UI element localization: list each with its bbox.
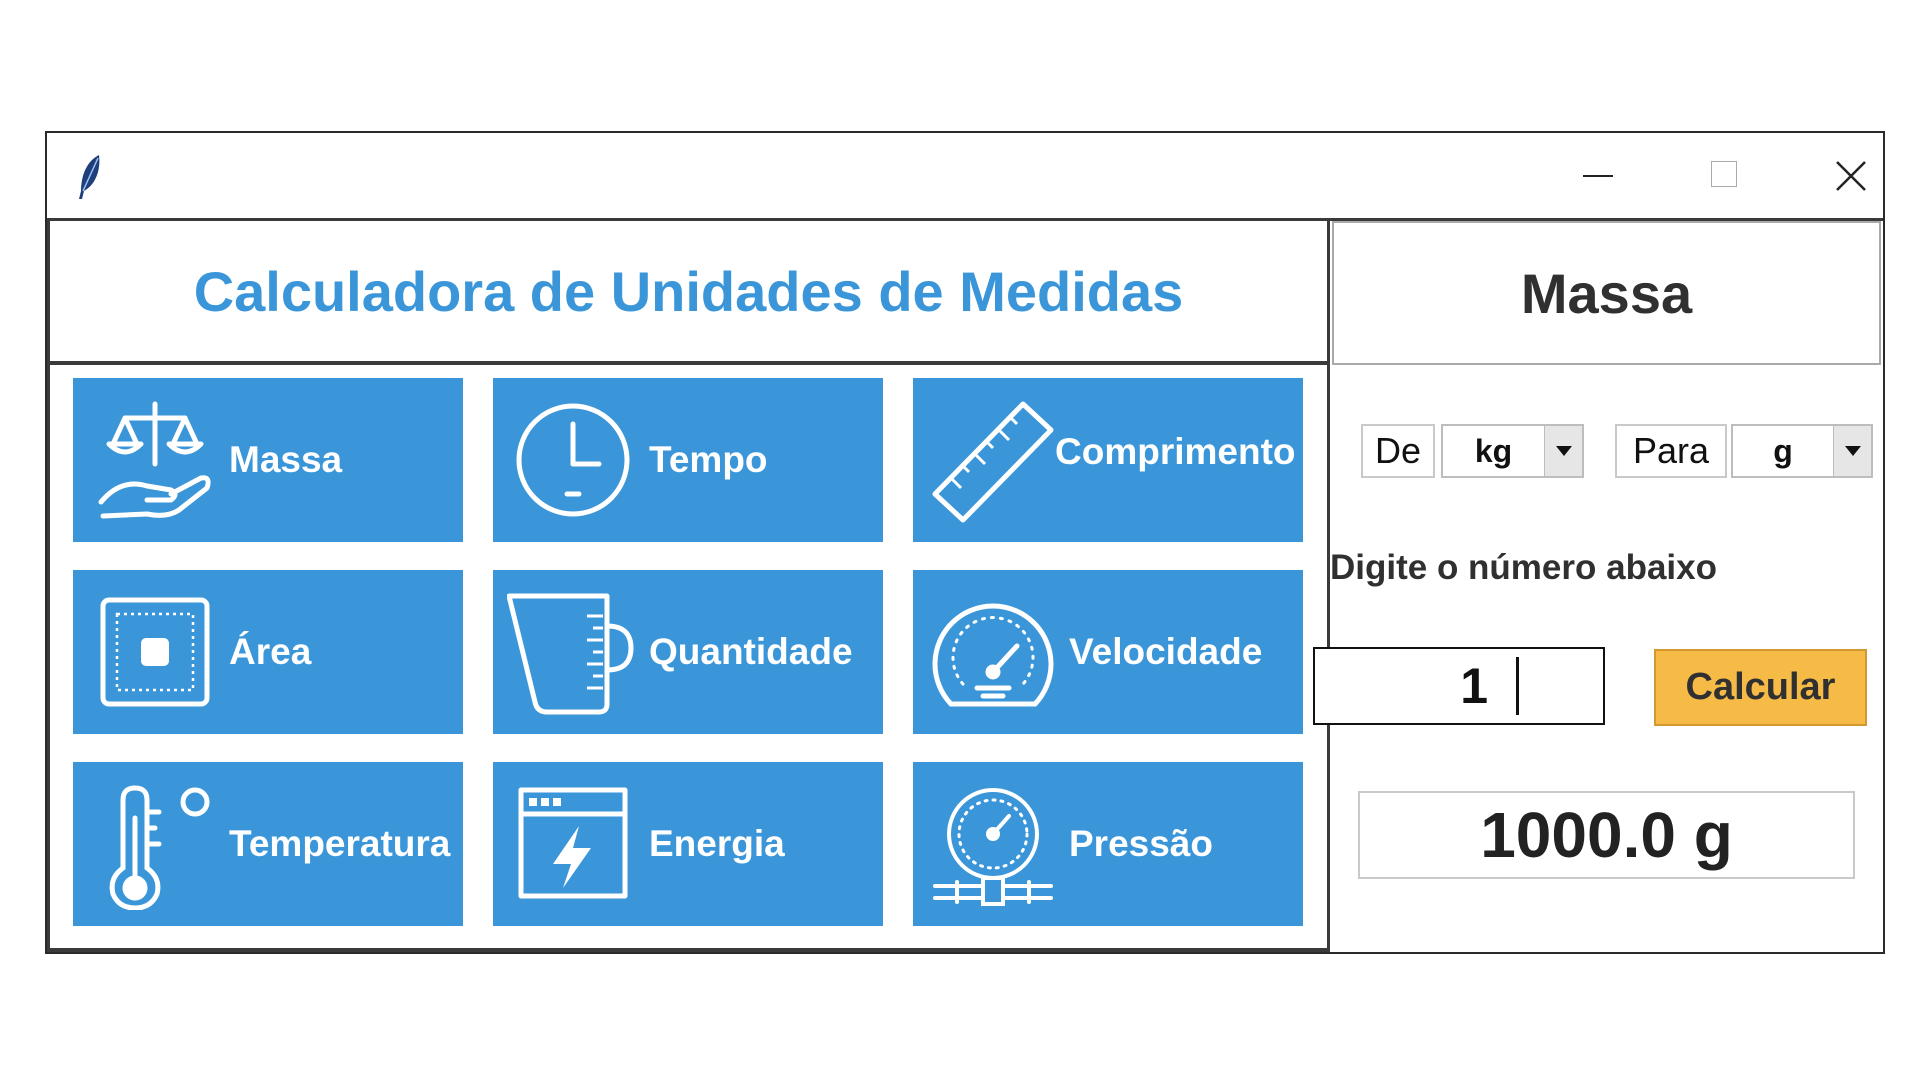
category-label: Pressão: [1069, 823, 1213, 864]
category-label: Comprimento: [1055, 431, 1296, 472]
from-label: De: [1361, 424, 1435, 478]
category-label: Massa: [229, 439, 343, 480]
ruler-icon: [932, 401, 1054, 523]
speedometer-icon: [932, 603, 1054, 707]
title-bar: [47, 133, 1883, 221]
category-label: Tempo: [649, 439, 768, 480]
to-unit-value: g: [1773, 432, 1793, 469]
clock-icon: [516, 403, 630, 517]
category-label: Energia: [649, 823, 785, 864]
thermometer-icon: [109, 785, 210, 910]
category-quantidade-button[interactable]: Quantidade: [493, 570, 883, 734]
category-grid: Massa Tempo Comprimento Área Quantidade …: [50, 365, 1327, 945]
chevron-down-icon[interactable]: [1833, 426, 1871, 476]
category-label: Temperatura: [229, 823, 451, 864]
category-massa-button[interactable]: Massa: [73, 378, 463, 542]
maximize-icon[interactable]: [1664, 133, 1784, 219]
category-velocidade-button[interactable]: Velocidade: [913, 570, 1303, 734]
chevron-down-icon[interactable]: [1544, 426, 1582, 476]
measuring-cup-icon: [507, 593, 634, 715]
app-title: Calculadora de Unidades de Medidas: [50, 221, 1327, 365]
area-square-icon: [100, 597, 210, 707]
category-area-button[interactable]: Área: [73, 570, 463, 734]
category-label: Quantidade: [649, 631, 853, 672]
to-unit-select[interactable]: g: [1731, 424, 1873, 478]
from-unit-value: kg: [1474, 432, 1513, 469]
from-unit-select[interactable]: kg: [1441, 424, 1584, 478]
scale-hand-icon: [98, 401, 211, 519]
minimize-icon[interactable]: [1537, 133, 1657, 219]
converter-title: Massa: [1332, 221, 1881, 365]
feather-icon: [79, 155, 100, 199]
category-label: Área: [229, 631, 312, 672]
category-label: Velocidade: [1069, 631, 1263, 672]
to-label: Para: [1615, 424, 1727, 478]
category-comprimento-button[interactable]: Comprimento: [913, 378, 1303, 542]
category-energia-button[interactable]: Energia: [493, 762, 883, 926]
category-tempo-button[interactable]: Tempo: [493, 378, 883, 542]
categories-panel: Calculadora de Unidades de Medidas Massa: [47, 221, 1330, 952]
category-pressao-button[interactable]: Pressão: [913, 762, 1303, 926]
number-input[interactable]: [1313, 647, 1605, 725]
pressure-gauge-icon: [933, 788, 1053, 906]
result-display: 1000.0 g: [1358, 791, 1855, 879]
close-icon[interactable]: [1790, 133, 1910, 219]
text-caret: [1516, 657, 1519, 715]
energy-window-icon: [518, 787, 628, 899]
calculate-button[interactable]: Calcular: [1654, 649, 1867, 726]
input-prompt: Digite o número abaixo: [1330, 548, 1717, 587]
category-temperatura-button[interactable]: Temperatura: [73, 762, 463, 926]
